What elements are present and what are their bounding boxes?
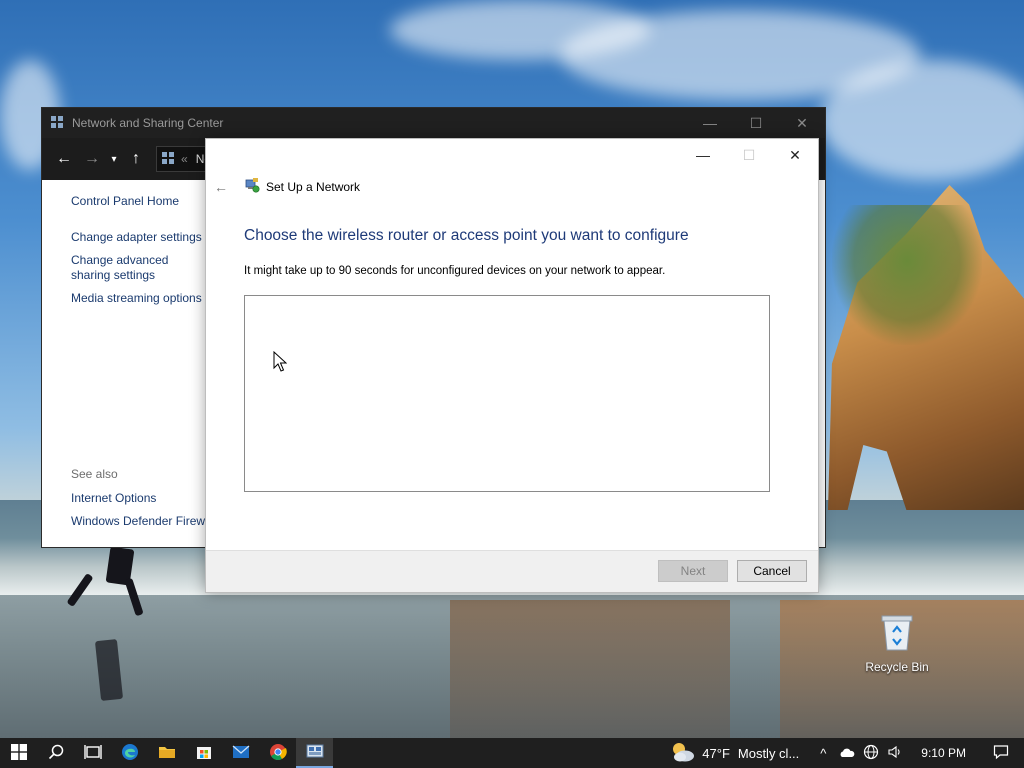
windows-logo-icon bbox=[10, 743, 27, 763]
see-also-link-firewall[interactable]: Windows Defender Firewall bbox=[71, 514, 211, 528]
minimize-icon: — bbox=[703, 115, 717, 131]
network-status-button[interactable] bbox=[859, 744, 883, 763]
sidebar: Control Panel Home Change adapter settin… bbox=[71, 194, 211, 314]
taskbar: 47°F Mostly cl... ^ 9:10 PM bbox=[0, 738, 1024, 768]
back-arrow-icon: ← bbox=[214, 178, 228, 195]
window-titlebar[interactable]: Network and Sharing Center — ☐ ✕ bbox=[42, 108, 825, 138]
cloud bbox=[820, 60, 1024, 180]
wizard-back-button[interactable]: ← bbox=[214, 179, 232, 195]
close-icon: ✕ bbox=[796, 114, 808, 131]
minimize-icon: — bbox=[696, 147, 710, 163]
forward-button[interactable]: → bbox=[78, 150, 106, 168]
maximize-icon: ☐ bbox=[742, 146, 756, 163]
control-panel-icon bbox=[161, 151, 175, 168]
task-view-icon bbox=[83, 744, 102, 763]
start-button[interactable] bbox=[0, 738, 37, 768]
cliff-vegetation bbox=[832, 205, 982, 345]
close-icon: ✕ bbox=[789, 146, 801, 163]
wizard-footer: Next Cancel bbox=[206, 550, 818, 592]
task-view-button[interactable] bbox=[74, 738, 111, 768]
wizard-title: Set Up a Network bbox=[266, 179, 361, 194]
next-button: Next bbox=[658, 560, 728, 582]
setup-network-wizard: — ☐ ✕ ← Set Up a Network Choose the wire… bbox=[205, 138, 819, 593]
network-setup-icon bbox=[244, 177, 260, 196]
chevron-up-icon: ^ bbox=[820, 745, 827, 761]
onedrive-button[interactable] bbox=[835, 746, 859, 761]
mouse-cursor-icon bbox=[273, 350, 288, 373]
wizard-description: It might take up to 90 seconds for uncon… bbox=[244, 265, 666, 277]
forward-arrow-icon: → bbox=[84, 150, 100, 167]
sidebar-link-control-panel-home[interactable]: Control Panel Home bbox=[71, 194, 211, 209]
up-arrow-icon: ↑ bbox=[132, 150, 140, 167]
volume-button[interactable] bbox=[883, 745, 907, 762]
recycle-bin-shortcut[interactable]: Recycle Bin bbox=[862, 612, 932, 674]
breadcrumb-separator-icon: « bbox=[181, 152, 188, 166]
mail-button[interactable] bbox=[222, 738, 259, 768]
globe-icon bbox=[863, 744, 879, 763]
back-button[interactable]: ← bbox=[50, 150, 78, 168]
wizard-header: ← Set Up a Network bbox=[214, 177, 360, 196]
recent-locations-button[interactable]: ▾ bbox=[106, 154, 122, 165]
device-list[interactable] bbox=[244, 295, 770, 492]
microsoft-store-icon bbox=[196, 744, 212, 763]
file-explorer-button[interactable] bbox=[148, 738, 185, 768]
up-button[interactable]: ↑ bbox=[122, 150, 150, 168]
mail-icon bbox=[232, 745, 250, 762]
weather-condition: Mostly cl... bbox=[737, 745, 800, 761]
microsoft-store-button[interactable] bbox=[185, 738, 222, 768]
close-button[interactable]: ✕ bbox=[772, 139, 818, 171]
maximize-button: ☐ bbox=[726, 139, 772, 171]
action-center-button[interactable] bbox=[986, 744, 1016, 763]
wizard-heading: Choose the wireless router or access poi… bbox=[244, 227, 689, 244]
control-panel-icon bbox=[50, 115, 64, 132]
chrome-button[interactable] bbox=[259, 738, 296, 768]
speaker-icon bbox=[887, 745, 903, 762]
show-hidden-icons-button[interactable]: ^ bbox=[811, 746, 835, 761]
window-title: Network and Sharing Center bbox=[72, 116, 224, 130]
cancel-button[interactable]: Cancel bbox=[737, 560, 807, 582]
chrome-icon bbox=[269, 743, 287, 764]
network-setup-icon bbox=[306, 743, 324, 762]
sidebar-link-change-adapter-settings[interactable]: Change adapter settings bbox=[71, 230, 211, 245]
taskbar-clock[interactable]: 9:10 PM bbox=[921, 746, 966, 760]
weather-widget[interactable]: 47°F Mostly cl... bbox=[670, 741, 799, 766]
partly-cloudy-night-icon bbox=[670, 741, 696, 766]
close-button[interactable]: ✕ bbox=[779, 108, 825, 138]
search-button[interactable] bbox=[37, 738, 74, 768]
sidebar-link-media-streaming[interactable]: Media streaming options bbox=[71, 291, 211, 306]
cloud-icon bbox=[839, 746, 855, 761]
see-also-heading: See also bbox=[71, 467, 118, 481]
chevron-down-icon: ▾ bbox=[111, 153, 117, 165]
file-explorer-icon bbox=[158, 744, 176, 763]
notification-icon bbox=[993, 744, 1009, 763]
recycle-bin-icon bbox=[880, 612, 914, 652]
edge-button[interactable] bbox=[111, 738, 148, 768]
cliff-reflection bbox=[450, 600, 730, 738]
weather-temperature: 47°F bbox=[702, 745, 730, 761]
maximize-button[interactable]: ☐ bbox=[733, 108, 779, 138]
system-tray: 47°F Mostly cl... ^ 9:10 PM bbox=[670, 738, 1024, 768]
minimize-button[interactable]: — bbox=[687, 108, 733, 138]
search-icon bbox=[48, 744, 64, 763]
back-arrow-icon: ← bbox=[56, 150, 72, 167]
see-also-link-internet-options[interactable]: Internet Options bbox=[71, 491, 211, 505]
network-setup-taskbar-button[interactable] bbox=[296, 738, 333, 768]
sidebar-link-advanced-sharing[interactable]: Change advanced sharing settings bbox=[71, 253, 209, 283]
edge-icon bbox=[121, 743, 139, 764]
maximize-icon: ☐ bbox=[749, 114, 763, 131]
minimize-button[interactable]: — bbox=[680, 139, 726, 171]
see-also-section: See also Internet Options Windows Defend… bbox=[71, 467, 211, 537]
recycle-bin-label: Recycle Bin bbox=[865, 660, 929, 674]
